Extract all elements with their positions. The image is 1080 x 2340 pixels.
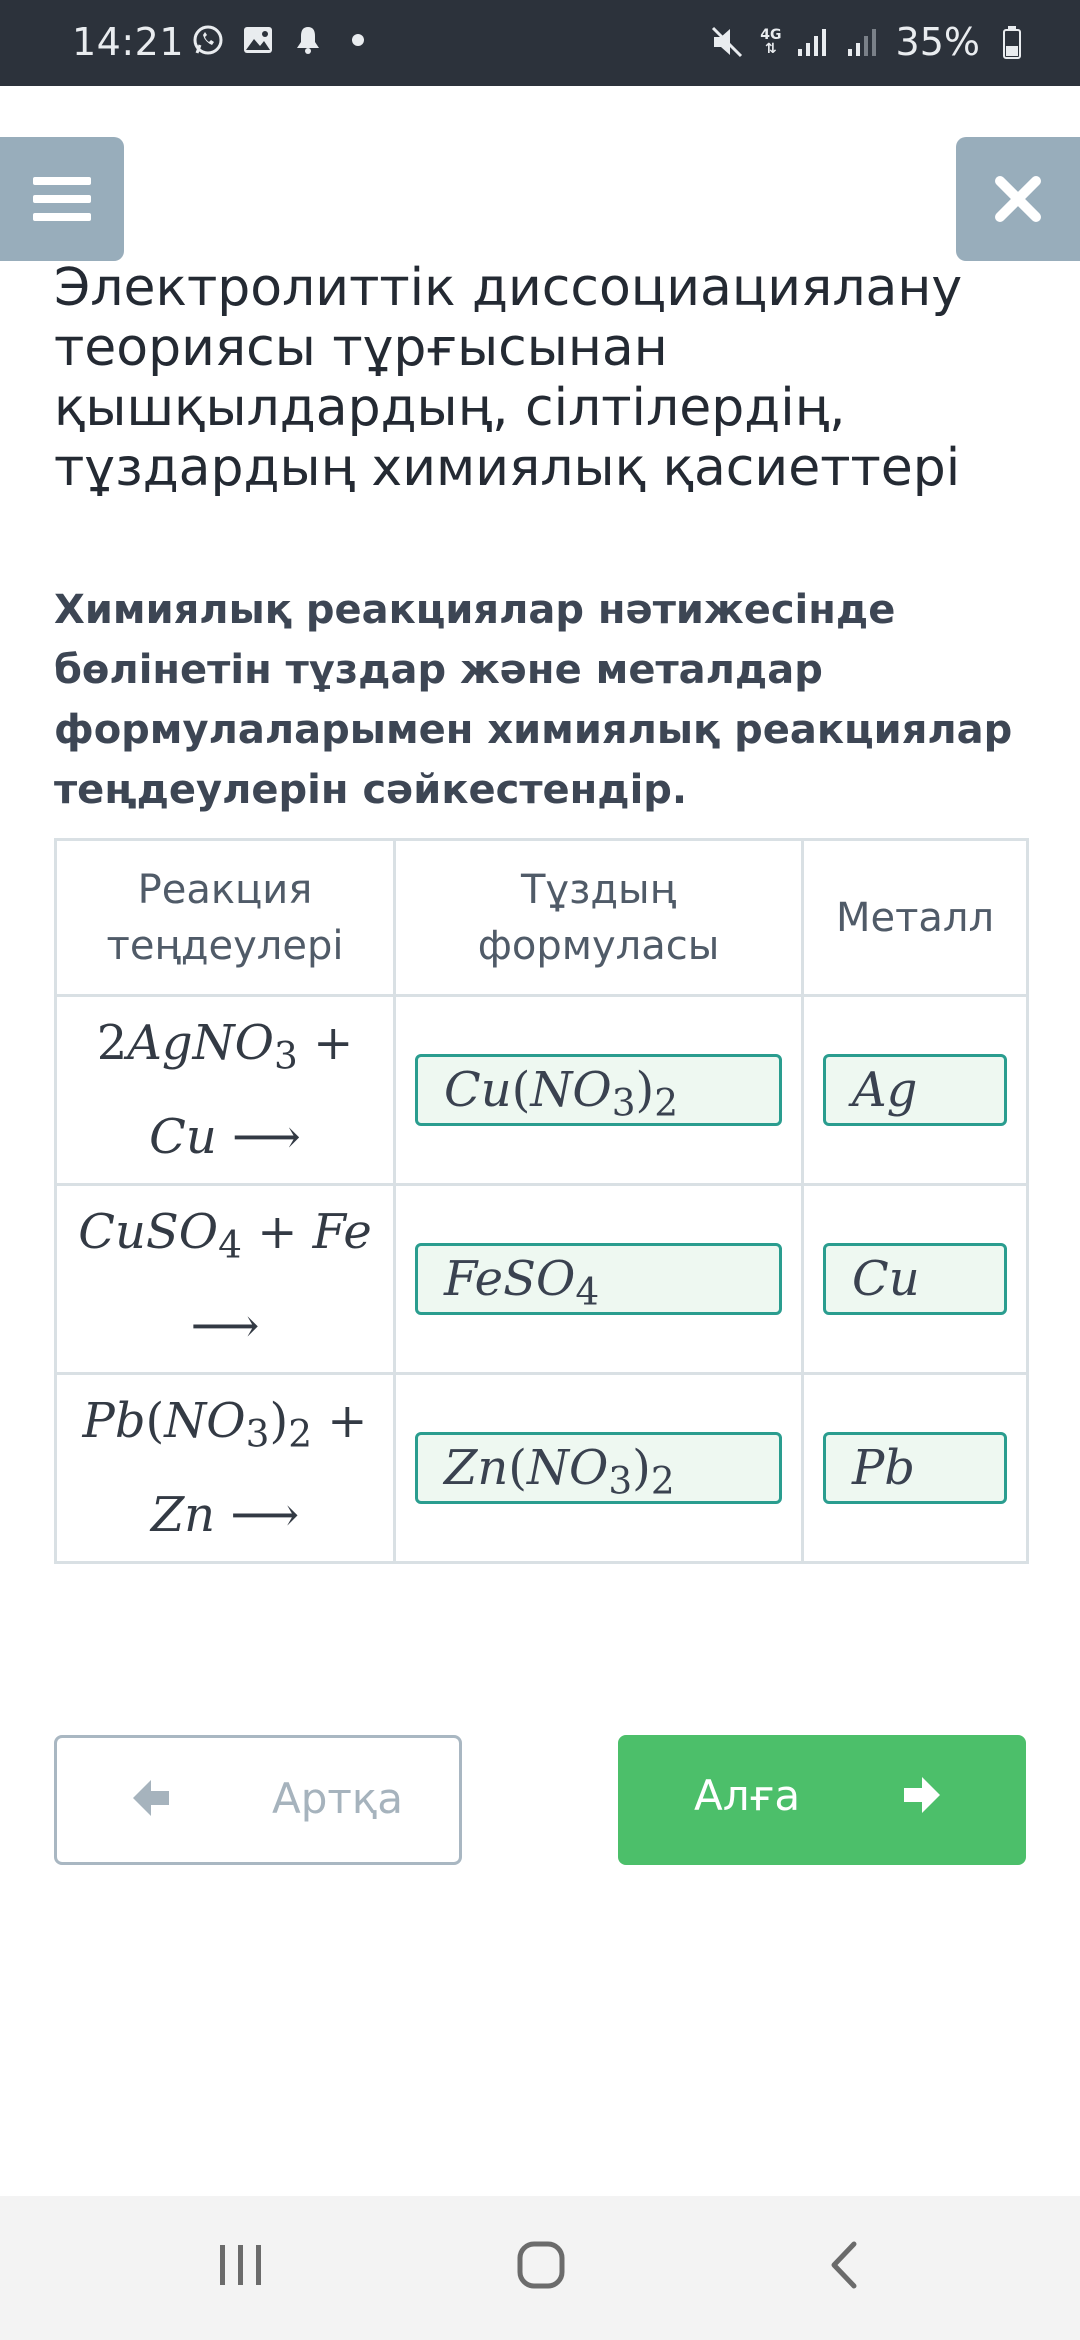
next-button-label: Алға — [694, 1771, 801, 1820]
system-nav-bar — [0, 2196, 1080, 2340]
header-salt-formula: Тұздың формуласы — [393, 838, 804, 997]
status-bar: 14:21 4G ⇅ 35% — [0, 0, 1080, 86]
table-row: 2AgNO3 + Cu ⟶ Cu(NO3)2 Ag — [54, 994, 1029, 1186]
salt-answer-chip[interactable]: FeSO4 — [415, 1243, 782, 1315]
whatsapp-icon — [190, 22, 226, 58]
header-metal: Металл — [801, 838, 1029, 997]
matching-table: Реакция теңдеулері Тұздың формуласы Мета… — [54, 838, 1029, 1564]
header-reaction-equations: Реакция теңдеулері — [54, 838, 396, 997]
metal-answer-chip[interactable]: Cu — [823, 1243, 1007, 1315]
gallery-icon — [240, 22, 276, 58]
home-icon[interactable] — [516, 2240, 566, 2290]
table-header-row: Реакция теңдеулері Тұздың формуласы Мета… — [54, 838, 1029, 997]
more-notifications-dot — [352, 34, 364, 46]
status-system-icons: 4G ⇅ 35% — [710, 20, 1030, 64]
question-text: Химиялық реакциялар нәтижесінде бөлінеті… — [54, 587, 1013, 813]
reaction-equation: Pb(NO3)2 + Zn ⟶ — [54, 1372, 396, 1564]
reaction-equation: CuSO4 + Fe ⟶ — [54, 1183, 396, 1375]
hamburger-icon — [33, 177, 91, 221]
reaction-equation: 2AgNO3 + Cu ⟶ — [54, 994, 396, 1186]
metal-answer-chip[interactable]: Pb — [823, 1432, 1007, 1504]
back-button-label: Артқа — [272, 1774, 403, 1823]
status-time: 14:21 — [72, 20, 185, 64]
metal-answer-chip[interactable]: Ag — [823, 1054, 1007, 1126]
close-button[interactable] — [956, 137, 1080, 261]
back-nav-icon[interactable] — [826, 2240, 860, 2290]
battery-percent: 35% — [895, 20, 980, 64]
metal-drop-zone[interactable]: Pb — [801, 1372, 1029, 1564]
arrow-right-icon — [904, 1777, 940, 1813]
salt-drop-zone[interactable]: Zn(NO3)2 — [393, 1372, 804, 1564]
close-icon — [995, 176, 1041, 222]
signal-2-icon — [846, 24, 882, 60]
table-row: CuSO4 + Fe ⟶ FeSO4 Cu — [54, 1183, 1029, 1375]
salt-drop-zone[interactable]: FeSO4 — [393, 1183, 804, 1375]
metal-drop-zone[interactable]: Ag — [801, 994, 1029, 1186]
mute-icon — [710, 24, 746, 60]
salt-answer-chip[interactable]: Cu(NO3)2 — [415, 1054, 782, 1126]
salt-answer-chip[interactable]: Zn(NO3)2 — [415, 1432, 782, 1504]
recent-apps-icon[interactable] — [218, 2243, 264, 2287]
menu-button[interactable] — [0, 137, 124, 261]
table-row: Pb(NO3)2 + Zn ⟶ Zn(NO3)2 Pb — [54, 1372, 1029, 1564]
battery-icon — [994, 24, 1030, 60]
status-notification-icons — [190, 22, 364, 58]
next-button[interactable]: Алға — [618, 1735, 1026, 1865]
salt-drop-zone[interactable]: Cu(NO3)2 — [393, 994, 804, 1186]
network-type: 4G ⇅ — [760, 27, 782, 57]
page-title: Электролиттік диссоциациялану теориясы т… — [54, 258, 963, 498]
app-notification-icon — [290, 22, 326, 58]
arrow-left-icon — [133, 1780, 169, 1816]
metal-drop-zone[interactable]: Cu — [801, 1183, 1029, 1375]
back-button[interactable]: Артқа — [54, 1735, 462, 1865]
signal-icon — [796, 24, 832, 60]
